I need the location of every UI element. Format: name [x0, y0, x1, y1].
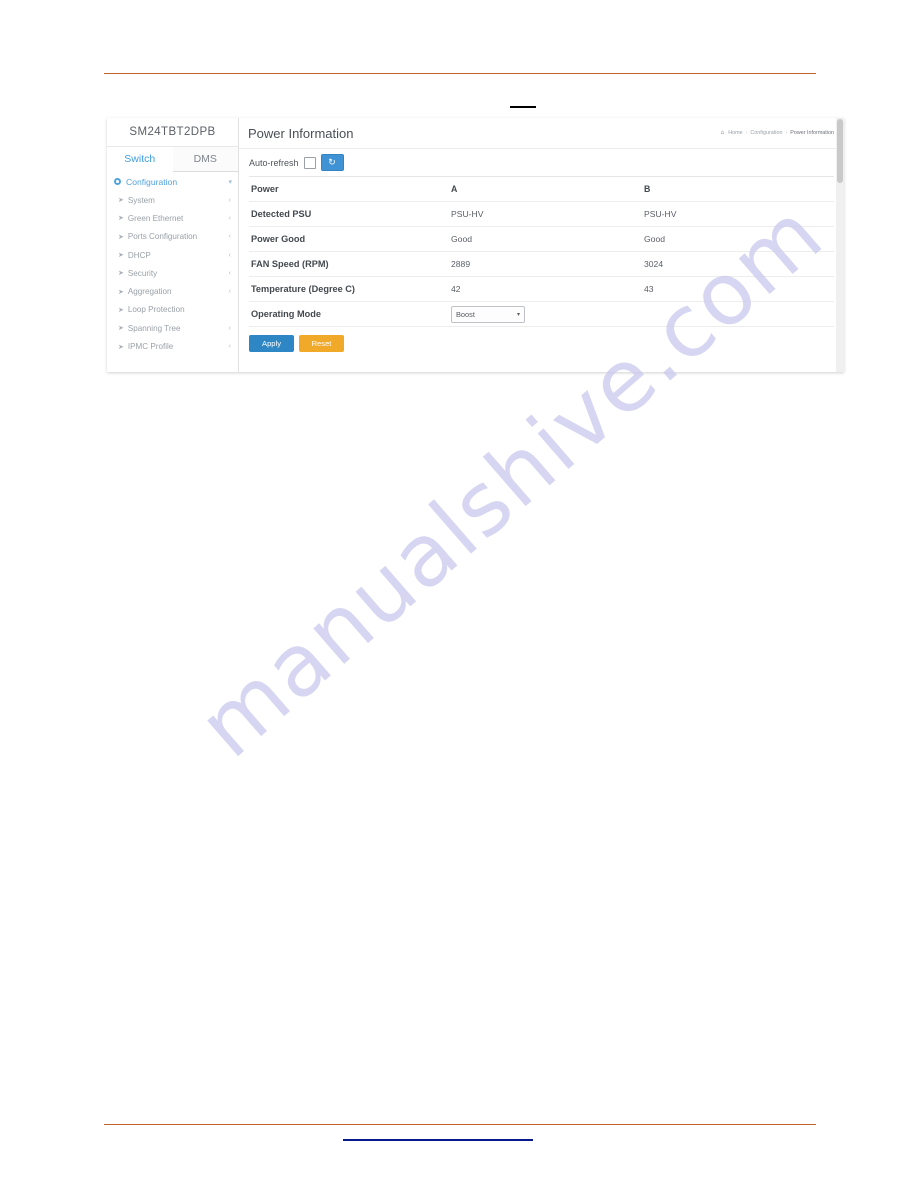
- arrow-right-icon: ➤: [118, 306, 124, 314]
- row-value-a: PSU-HV: [451, 209, 484, 219]
- arrow-right-icon: ➤: [118, 233, 124, 241]
- column-header-a: A: [451, 184, 458, 194]
- sidebar-tabs: Switch DMS: [107, 147, 238, 172]
- content-header: Power Information ⌂ Home › Configuration…: [239, 118, 844, 149]
- refresh-icon: ↻: [328, 157, 336, 167]
- apply-button[interactable]: Apply: [249, 335, 294, 352]
- device-model-label: SM24TBT2DPB: [107, 118, 238, 147]
- breadcrumb-separator: ›: [785, 130, 788, 136]
- chevron-right-icon: ‹: [228, 288, 231, 296]
- sidebar-item-ipmc-profile[interactable]: ➤ IPMC Profile ‹: [107, 337, 238, 355]
- main-content: Power Information ⌂ Home › Configuration…: [239, 118, 844, 372]
- chevron-right-icon: ‹: [228, 196, 231, 204]
- table-row-operating-mode: Operating Mode Boost ▾: [249, 302, 834, 327]
- column-header-b: B: [644, 184, 651, 194]
- sidebar-item-label: System: [127, 195, 155, 205]
- breadcrumb-item-current: Power Information: [790, 130, 834, 136]
- refresh-button[interactable]: ↻: [320, 154, 344, 171]
- column-header-power: Power: [251, 184, 279, 194]
- sidebar-section-label: Configuration: [126, 176, 178, 187]
- arrow-right-icon: ➤: [118, 252, 124, 260]
- table-row: FAN Speed (RPM) 2889 3024: [249, 252, 834, 277]
- reset-button[interactable]: Reset: [299, 335, 344, 352]
- sidebar-section-configuration[interactable]: Configuration ▾: [107, 172, 238, 191]
- sidebar-item-label: DHCP: [127, 250, 151, 260]
- arrow-right-icon: ➤: [118, 197, 124, 205]
- switch-web-ui-screenshot: SM24TBT2DPB Switch DMS Configuration ▾ ➤…: [107, 118, 844, 372]
- row-label: Power Good: [251, 234, 306, 244]
- auto-refresh-label: Auto-refresh: [249, 157, 299, 168]
- row-value-a: Good: [451, 234, 473, 244]
- operating-mode-cell: Boost ▾: [451, 305, 644, 323]
- arrow-right-icon: ➤: [118, 288, 124, 296]
- sidebar-item-dhcp[interactable]: ➤ DHCP ‹: [107, 246, 238, 264]
- chevron-down-icon: ▾: [516, 311, 520, 318]
- page-title: Power Information: [248, 125, 354, 141]
- table-row: Detected PSU PSU-HV PSU-HV: [249, 202, 834, 227]
- chevron-right-icon: ‹: [228, 214, 231, 222]
- row-value-a: 42: [451, 284, 461, 294]
- breadcrumb-item-configuration[interactable]: Configuration: [750, 130, 782, 136]
- gear-icon: [114, 178, 121, 185]
- power-information-table: Power A B Detected PSU PSU-HV PSU-HV Pow…: [249, 176, 834, 327]
- sidebar-item-label: Ports Configuration: [127, 232, 198, 242]
- sidebar-item-security[interactable]: ➤ Security ‹: [107, 264, 238, 282]
- breadcrumb: ⌂ Home › Configuration › Power Informati…: [721, 130, 834, 136]
- redacted-caption-bar: [510, 106, 536, 108]
- row-value-b: 3024: [644, 259, 664, 269]
- sidebar: SM24TBT2DPB Switch DMS Configuration ▾ ➤…: [107, 118, 239, 372]
- tab-switch[interactable]: Switch: [107, 148, 173, 172]
- chevron-right-icon: ‹: [228, 324, 231, 332]
- toolbar: Auto-refresh ↻: [239, 149, 844, 176]
- arrow-right-icon: ➤: [118, 343, 124, 351]
- operating-mode-select[interactable]: Boost ▾: [451, 305, 525, 323]
- sidebar-item-aggregation[interactable]: ➤ Aggregation ‹: [107, 282, 238, 300]
- table-row: Temperature (Degree C) 42 43: [249, 277, 834, 302]
- page-bottom-rule: [104, 1124, 816, 1125]
- auto-refresh-checkbox[interactable]: [303, 156, 316, 169]
- table-row: Power Good Good Good: [249, 227, 834, 252]
- sidebar-item-label: Loop Protection: [127, 305, 185, 315]
- row-value-b: PSU-HV: [644, 209, 677, 219]
- row-label: Temperature (Degree C): [251, 284, 355, 294]
- sidebar-item-system[interactable]: ➤ System ‹: [107, 191, 238, 209]
- redacted-footer-link: [343, 1139, 533, 1141]
- breadcrumb-item-home[interactable]: Home: [728, 130, 742, 136]
- sidebar-item-label: Security: [127, 268, 158, 278]
- sidebar-item-label: Green Ethernet: [127, 213, 184, 223]
- tab-dms[interactable]: DMS: [172, 147, 238, 171]
- home-icon: ⌂: [720, 130, 725, 136]
- breadcrumb-separator: ›: [745, 130, 748, 136]
- operating-mode-value: Boost: [456, 309, 475, 319]
- arrow-right-icon: ➤: [118, 215, 124, 223]
- row-label: Detected PSU: [251, 209, 312, 219]
- form-actions: Apply Reset: [239, 327, 844, 352]
- row-label: Operating Mode: [251, 309, 321, 319]
- chevron-right-icon: ‹: [228, 251, 231, 259]
- sidebar-item-green-ethernet[interactable]: ➤ Green Ethernet ‹: [107, 209, 238, 227]
- scrollbar-thumb[interactable]: [837, 119, 843, 183]
- sidebar-item-loop-protection[interactable]: ➤ Loop Protection ‹: [107, 301, 238, 319]
- arrow-right-icon: ➤: [118, 325, 124, 333]
- chevron-right-icon: ‹: [228, 343, 231, 351]
- row-label: FAN Speed (RPM): [251, 259, 329, 269]
- sidebar-item-label: IPMC Profile: [127, 342, 174, 352]
- chevron-right-icon: ‹: [228, 233, 231, 241]
- sidebar-item-label: Aggregation: [127, 287, 172, 297]
- table-header-row: Power A B: [249, 177, 834, 202]
- vertical-scrollbar[interactable]: [836, 118, 844, 372]
- arrow-right-icon: ➤: [118, 270, 124, 278]
- row-value-a: 2889: [451, 259, 471, 269]
- chevron-right-icon: ‹: [228, 269, 231, 277]
- page-top-rule: [104, 73, 816, 74]
- row-value-b: 43: [644, 284, 654, 294]
- row-value-b: Good: [644, 234, 666, 244]
- sidebar-item-ports-configuration[interactable]: ➤ Ports Configuration ‹: [107, 228, 238, 246]
- chevron-down-icon: ▾: [228, 178, 232, 186]
- sidebar-item-spanning-tree[interactable]: ➤ Spanning Tree ‹: [107, 319, 238, 337]
- sidebar-item-label: Spanning Tree: [127, 323, 181, 333]
